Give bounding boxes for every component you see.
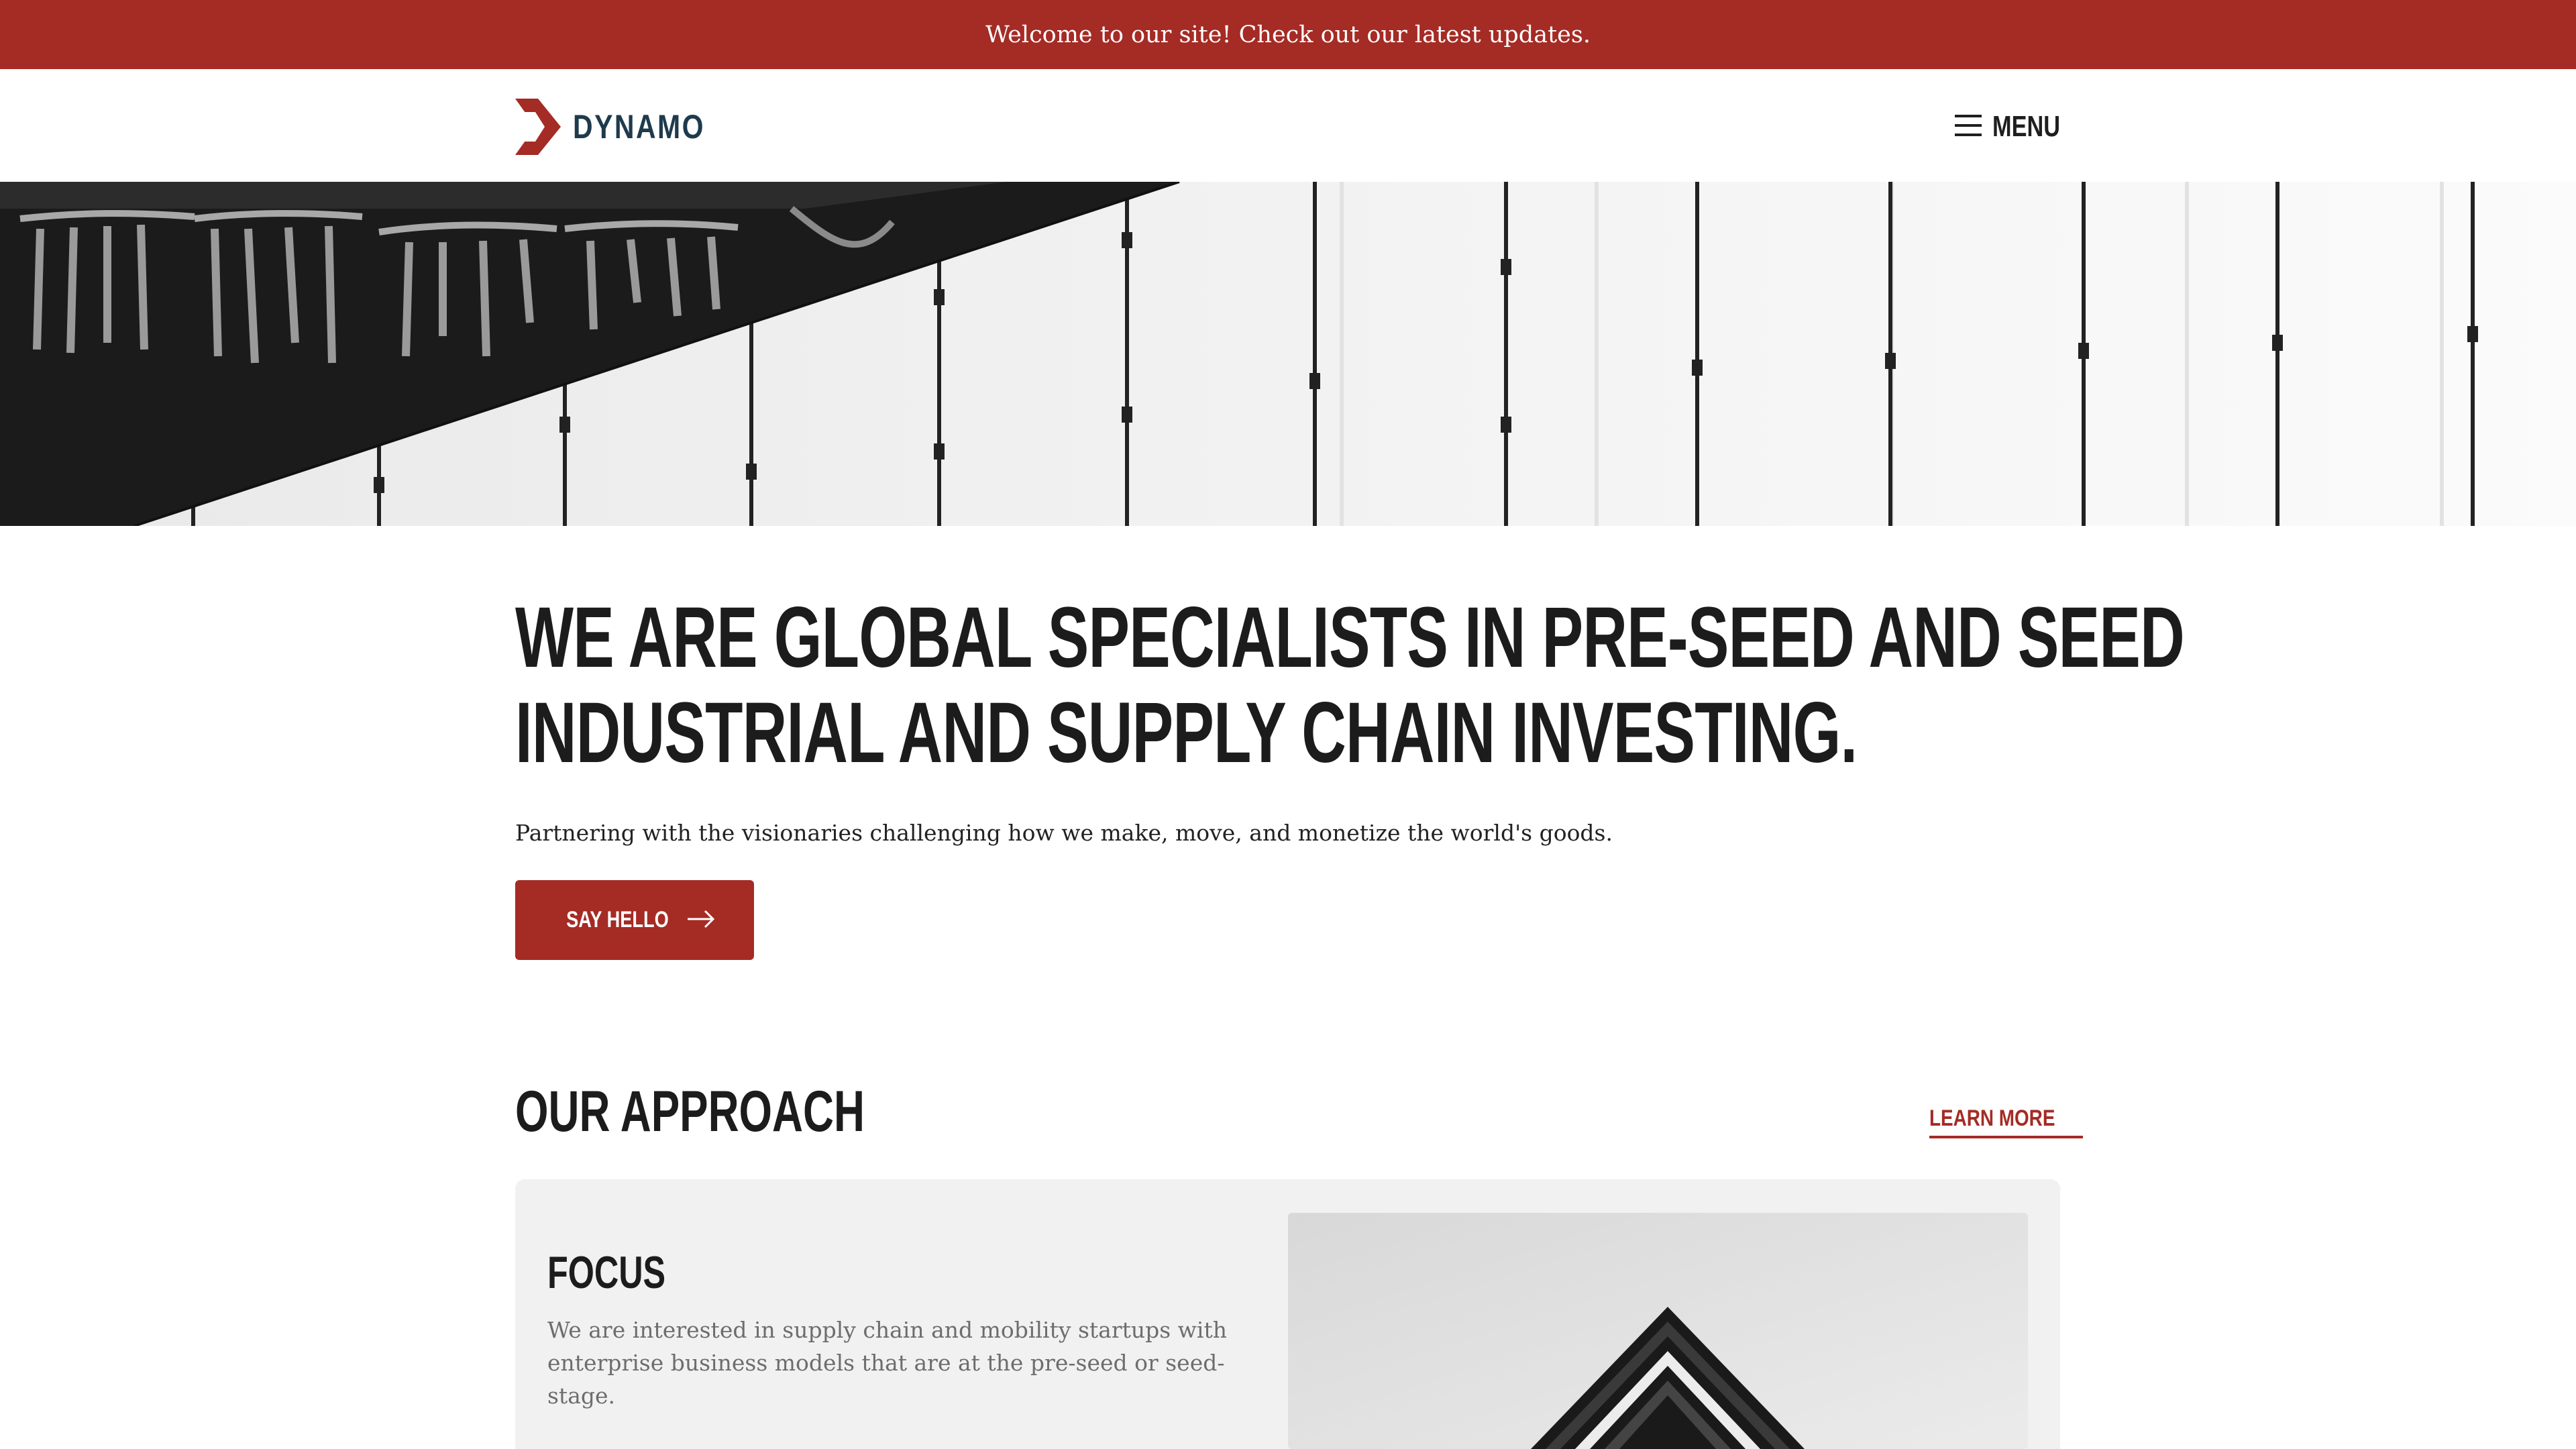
focus-text: We are interested in supply chain and mo… (547, 1317, 1227, 1409)
hero-image (0, 182, 2576, 526)
logo-link[interactable]: DYNAMO (515, 99, 734, 155)
focus-card: FOCUS We are interested in supply chain … (515, 1179, 2060, 1449)
menu-button[interactable]: MENU (1953, 108, 2080, 146)
building-image (1288, 1213, 2028, 1449)
learn-more-link[interactable]: LEARN MORE (1929, 1106, 2083, 1138)
dynamo-chevron-logo-icon (515, 99, 561, 155)
say-hello-button[interactable]: SAY HELLO (515, 880, 754, 960)
say-hello-label: SAY HELLO (566, 907, 669, 932)
hamburger-menu-icon (1953, 113, 1983, 140)
arrow-right-icon (681, 908, 716, 932)
hero-headline: We are global specialists in pre-seed an… (515, 590, 2185, 781)
site-header: DYNAMO MENU (0, 69, 2576, 182)
hero-headline-line-1: We are global specialists in pre-seed an… (515, 590, 2185, 686)
logo-text: DYNAMO (573, 108, 705, 146)
approach-title: OUR APPROACH (515, 1079, 865, 1144)
focus-title: FOCUS (547, 1247, 666, 1298)
hero-headline-line-2: industrial and supply chain investing. (515, 685, 1858, 781)
announcement-text: Welcome to our site! Check out our lates… (985, 21, 1591, 48)
menu-label: MENU (1992, 110, 2061, 143)
hero-subtext: Partnering with the visionaries challeng… (515, 820, 1613, 846)
announcement-bar: Welcome to our site! Check out our lates… (0, 0, 2576, 69)
learn-more-label: LEARN MORE (1929, 1106, 2055, 1131)
